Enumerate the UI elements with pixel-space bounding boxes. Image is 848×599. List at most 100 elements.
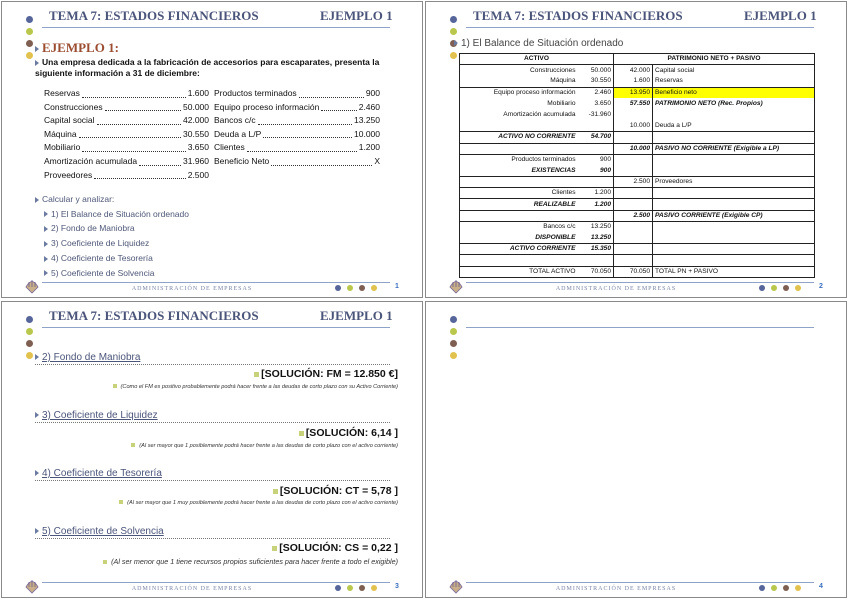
pasivo-label: Proveedores	[652, 176, 815, 188]
table-row: 2.500 Proveedores	[459, 176, 815, 188]
activo-value: 30.550	[577, 75, 614, 88]
dotted-leader	[78, 137, 181, 139]
explanation-note: (Al ser menor que 1 tiene recursos propi…	[103, 557, 398, 566]
activo-label: DISPONIBLE	[535, 233, 576, 241]
pasivo-label	[652, 187, 815, 199]
pasivo-value	[613, 220, 653, 233]
data-item-value: 1.200	[358, 142, 380, 153]
pasivo-label	[652, 220, 815, 233]
pasivo-value	[613, 153, 653, 166]
pasivo-label	[652, 153, 815, 166]
data-item-label: Proveedores	[44, 169, 93, 180]
bullet-dot-icon	[450, 340, 457, 347]
footer-dot-icon	[783, 585, 789, 591]
data-item-label: Productos terminados	[214, 88, 297, 98]
activo-value	[577, 254, 614, 267]
example-heading: EJEMPLO 1:	[35, 40, 119, 56]
bullet-dot-icon	[450, 28, 457, 35]
page-number: 1	[395, 283, 399, 290]
activo-label: Productos terminados	[459, 153, 578, 166]
activo-label: Equipo proceso información	[459, 86, 578, 99]
dotted-leader	[257, 123, 352, 125]
activo-value: 1.200	[577, 187, 614, 199]
explanation-note-text: (Como el FM es positivo probablemente po…	[120, 384, 398, 390]
activo-label: Clientes	[459, 187, 578, 199]
dotted-leader	[263, 137, 352, 139]
data-item-label: Capital social	[44, 115, 95, 126]
pasivo-value: 70.050	[613, 265, 653, 278]
task-item: 1) El Balance de Situación ordenado	[35, 207, 189, 222]
table-row: 2.500 PASIVO CORRIENTE (Exigible CP)	[459, 209, 815, 222]
page-number: 4	[819, 583, 823, 590]
pasivo-label	[653, 109, 815, 120]
activo-label	[459, 209, 578, 222]
explanation-note-text: (Al ser menor que 1 tiene recursos propi…	[111, 557, 398, 566]
data-item-label: Mobiliario	[44, 142, 81, 153]
data-item-label: Clientes	[214, 142, 245, 153]
pasivo-label	[652, 198, 815, 211]
square-bullet-icon	[272, 488, 278, 494]
tasks-heading: Calcular y analizar:	[35, 192, 189, 207]
task-item-text: 4) Coeficiente de Tesorería	[51, 252, 153, 263]
page-number: 3	[395, 583, 399, 590]
footer-divider	[466, 582, 814, 583]
explanation-note: (Al ser mayor que 1 posiblemente podrá h…	[131, 443, 398, 449]
example-label: EJEMPLO 1	[744, 8, 817, 23]
header-divider	[466, 327, 814, 328]
pasivo-label: Deuda a L/P	[655, 121, 692, 129]
bullet-arrow-icon	[35, 196, 39, 203]
data-item: Bancos c/c 13.250	[214, 114, 380, 128]
footer-dot-icon	[795, 285, 801, 291]
footer-dot-icon	[359, 585, 365, 591]
page-number: 2	[819, 283, 823, 290]
task-item-text: 1) El Balance de Situación ordenado	[51, 208, 189, 219]
table-row: 10.000 PASIVO NO CORRIENTE (Exigible a LP…	[459, 142, 815, 155]
activo-value: 900	[577, 165, 614, 177]
intro-text-content: Una empresa dedicada a la fabricación de…	[35, 57, 380, 78]
table-row: REALIZABLE 1.200	[459, 198, 815, 211]
bullet-dot-icon	[26, 352, 33, 359]
activo-value	[577, 176, 614, 188]
pasivo-value: 42.000	[613, 64, 653, 76]
task-item: 5) Coeficiente de Solvencia	[35, 266, 189, 281]
pasivo-value	[613, 198, 653, 211]
square-bullet-icon	[112, 384, 117, 388]
square-bullet-icon	[119, 500, 124, 504]
task-item-text: 3) Coeficiente de Liquidez	[51, 238, 150, 249]
header-pasivo: PATRIMONIO NETO + PASIVO	[613, 53, 815, 66]
activo-value: 900	[577, 153, 614, 166]
footer-dot-icon	[371, 585, 377, 591]
footer-text: ADMINISTRACIÓN DE EMPRESAS	[131, 586, 253, 592]
bullet-dot-icon	[26, 28, 33, 35]
bullet-arrow-icon	[35, 470, 39, 477]
square-bullet-icon	[254, 371, 260, 377]
table-row: Construcciones 50.000 42.000 Capital social	[460, 64, 815, 76]
activo-value	[577, 120, 614, 132]
data-item-value: 2.500	[187, 169, 209, 180]
pasivo-label	[652, 254, 815, 267]
pasivo-label	[653, 165, 815, 176]
data-item: Máquina 30.550	[44, 128, 209, 142]
data-item: Deuda a L/P 10.000	[214, 128, 380, 142]
explanation-note: (Al ser mayor que 1 muy posiblemente pod…	[119, 500, 398, 506]
footer-divider	[42, 282, 390, 283]
example-label: EJEMPLO 1	[320, 308, 393, 323]
data-list-right: Productos terminados 900 Equipo proceso in…	[214, 87, 380, 169]
footer-dot-icon	[335, 585, 341, 591]
data-item-value: 31.960	[183, 155, 209, 166]
data-item: Amortización acumulada 31.960	[44, 155, 209, 169]
slide-title: TEMA 7: ESTADOS FINANCIEROS	[473, 8, 683, 23]
section-title-text: 3) Coeficiente de Liquidez	[42, 410, 158, 421]
pasivo-label	[652, 131, 815, 143]
pasivo-value	[613, 254, 653, 267]
activo-value: 2.460	[577, 86, 614, 99]
solution: [SOLUCIÓN: CT = 5,78 ]	[272, 485, 398, 497]
data-item: Reservas 1.600	[44, 87, 209, 101]
header-activo: ACTIVO	[459, 53, 614, 66]
pasivo-value: 2.500	[613, 209, 653, 222]
section-title-text: 4) Coeficiente de Tesorería	[42, 468, 162, 479]
bullet-arrow-icon	[35, 59, 39, 66]
data-item-label: Bancos c/c	[214, 115, 256, 126]
data-item: Capital social 42.000	[44, 114, 209, 128]
activo-label	[459, 142, 578, 155]
